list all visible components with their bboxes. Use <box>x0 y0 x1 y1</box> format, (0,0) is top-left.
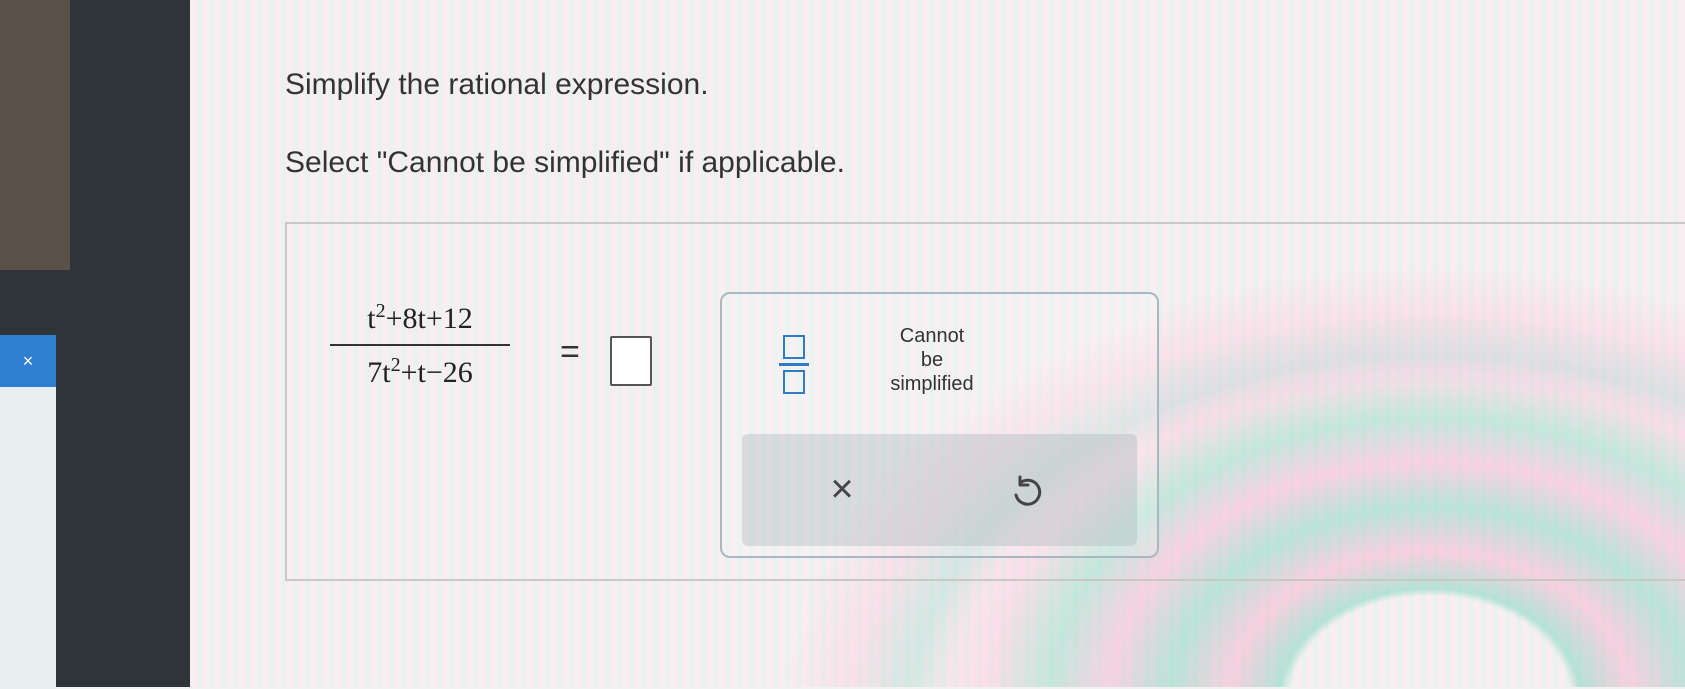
fraction-denominator-box-icon <box>783 369 805 394</box>
clear-icon[interactable]: × <box>812 459 872 519</box>
numerator-exponent: 2 <box>375 300 386 322</box>
question-instruction: Simplify the rational expression. <box>285 68 709 101</box>
fraction-numerator-box-icon <box>783 334 805 359</box>
rational-expression: t2+8t+12 7t2+t−26 <box>330 300 510 390</box>
cannot-label-line2: be <box>920 349 944 371</box>
answer-input[interactable] <box>610 336 652 386</box>
undo-arrow-icon <box>1014 475 1042 506</box>
expression-denominator: 7t2+t−26 <box>330 346 510 390</box>
question-page: Simplify the rational expression. Select… <box>190 0 1685 687</box>
fraction-template-button[interactable] <box>762 324 826 404</box>
equals-sign: = <box>560 333 580 371</box>
expression-numerator: t2+8t+12 <box>330 300 510 344</box>
math-keypad: Cannot be simplified × <box>720 292 1159 558</box>
denominator-rest: +t−26 <box>400 356 473 389</box>
cannot-label-line1: Cannot <box>899 325 965 347</box>
denominator-exponent: 2 <box>390 354 401 376</box>
numerator-rest: +8t+12 <box>385 302 473 335</box>
keypad-action-row: × <box>742 434 1137 546</box>
cannot-be-simplified-button[interactable]: Cannot be simplified <box>862 324 1002 404</box>
numerator-base: t <box>367 302 376 335</box>
undo-icon[interactable] <box>997 464 1057 524</box>
fraction-bar-icon <box>779 362 809 366</box>
question-hint: Select "Cannot be simplified" if applica… <box>285 146 845 179</box>
denominator-base: 7t <box>367 356 391 389</box>
adjacent-window-close-icon[interactable]: × <box>0 335 56 387</box>
adjacent-window <box>0 335 56 689</box>
cannot-label-line3: simplified <box>890 373 974 395</box>
background-surface <box>0 0 70 270</box>
